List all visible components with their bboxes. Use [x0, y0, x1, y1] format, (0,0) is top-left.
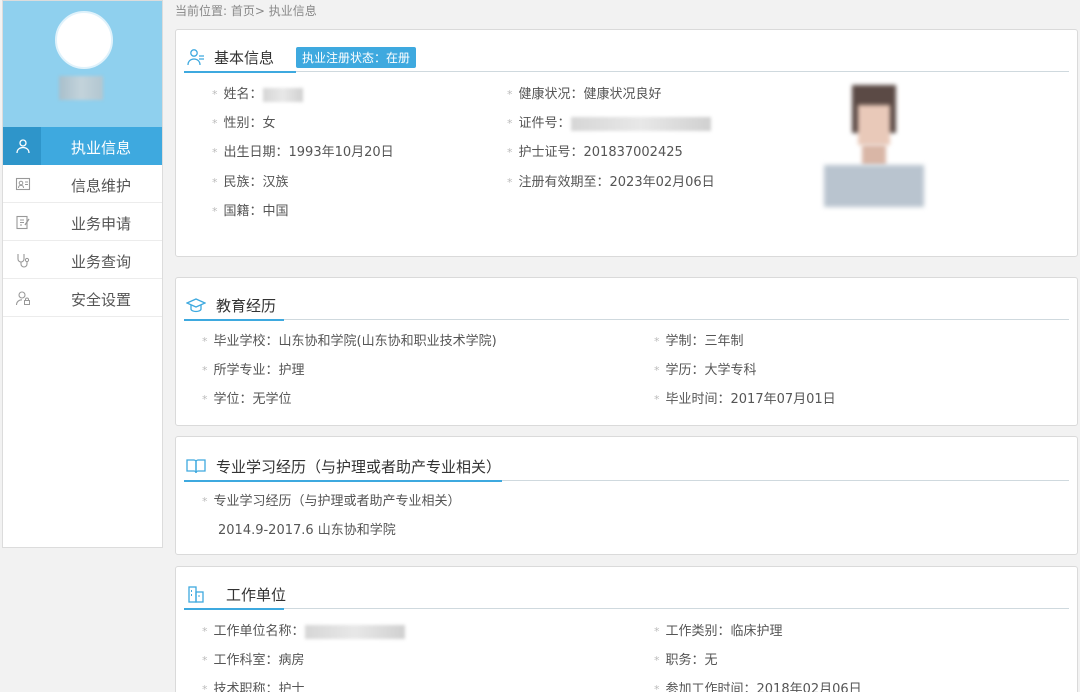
field-work-category: * 工作类别：临床护理 — [654, 624, 783, 639]
sidebar-item-label: 安全设置 — [71, 291, 132, 309]
sidebar: 执业信息 信息维护 业务申请 业务查询 安全设置 — [2, 0, 163, 548]
professional-study-panel: 专业学习经历（与护理或者助产专业相关） * 专业学习经历（与护理或者助产专业相关）… — [175, 436, 1078, 555]
profile-photo-redacted — [824, 85, 924, 210]
section-title: 教育经历 — [216, 297, 277, 315]
field-gender: * 性别：女 — [212, 116, 276, 131]
field-school: * 毕业学校：山东协和学院(山东协和职业技术学院) — [202, 334, 497, 349]
sidebar-item-label: 业务查询 — [71, 253, 132, 271]
field-major: * 所学专业：护理 — [202, 363, 305, 378]
sidebar-item-practice-info[interactable]: 执业信息 — [3, 127, 162, 165]
profile-card — [3, 1, 162, 127]
id-card-icon — [15, 177, 31, 191]
field-health: * 健康状况：健康状况良好 — [507, 87, 662, 102]
sidebar-item-label: 执业信息 — [71, 139, 132, 157]
user-icon — [16, 139, 30, 154]
header-underline — [184, 71, 296, 73]
sidebar-item-info-maintain[interactable]: 信息维护 — [3, 165, 162, 203]
header-underline — [184, 608, 284, 610]
user-card-icon — [187, 49, 204, 66]
stethoscope-icon — [17, 254, 30, 268]
redacted-value — [570, 116, 711, 131]
field-nationality: * 国籍：中国 — [212, 204, 289, 219]
professional-study-header: 专业学习经历（与护理或者助产专业相关） — [184, 451, 1069, 482]
field-duration: * 学制：三年制 — [654, 334, 744, 349]
building-icon — [188, 586, 204, 603]
graduation-cap-icon — [186, 298, 206, 313]
basic-info-header: 基本信息 执业注册状态：在册 — [184, 42, 1069, 73]
field-department: * 工作科室：病房 — [202, 653, 305, 668]
field-nurse-no: * 护士证号：201837002425 — [507, 145, 683, 160]
section-title: 基本信息 — [214, 49, 275, 67]
field-professional-value: 2014.9-2017.6 山东协和学院 — [218, 523, 396, 538]
header-underline — [184, 319, 284, 321]
avatar — [55, 11, 113, 69]
field-grad-date: * 毕业时间：2017年07月01日 — [654, 392, 836, 407]
redacted-value — [304, 624, 405, 639]
section-title: 工作单位 — [226, 586, 287, 604]
sidebar-item-label: 业务申请 — [71, 215, 132, 233]
field-tech-title: * 技术职称：护士 — [202, 682, 305, 692]
sidebar-item-security[interactable]: 安全设置 — [3, 279, 162, 317]
field-id-number: * 证件号： — [507, 112, 711, 131]
book-icon — [186, 459, 206, 474]
field-level: * 学历：大学专科 — [654, 363, 757, 378]
edit-icon — [16, 215, 30, 230]
user-lock-icon — [15, 291, 30, 306]
user-name-redacted — [59, 76, 103, 100]
sidebar-item-business-apply[interactable]: 业务申请 — [3, 203, 162, 241]
field-birth: * 出生日期：1993年10月20日 — [212, 145, 394, 160]
field-name: * 姓名： — [212, 83, 303, 102]
work-unit-header: 工作单位 — [184, 579, 1069, 610]
sidebar-item-label: 信息维护 — [71, 177, 132, 195]
field-professional-label: * 专业学习经历（与护理或者助产专业相关） — [202, 494, 461, 509]
section-title: 专业学习经历（与护理或者助产专业相关） — [216, 458, 502, 476]
header-underline — [184, 480, 502, 482]
work-unit-panel: 工作单位 * 工作单位名称： * 工作科室：病房 * 技术职称：护士 * 工作类别：临床… — [175, 566, 1078, 692]
redacted-value — [262, 87, 303, 102]
field-position: * 职务：无 — [654, 653, 718, 668]
status-badge: 执业注册状态：在册 — [296, 47, 417, 68]
education-header: 教育经历 — [184, 290, 1069, 321]
sidebar-item-business-query[interactable]: 业务查询 — [3, 241, 162, 279]
field-valid-until: * 注册有效期至：2023年02月06日 — [507, 175, 715, 190]
basic-info-panel: 基本信息 执业注册状态：在册 * 姓名： * 性别：女 * 出生日期：1993年10月… — [175, 29, 1078, 257]
field-unit-name: * 工作单位名称： — [202, 620, 405, 639]
field-ethnicity: * 民族：汉族 — [212, 175, 289, 190]
field-degree: * 学位：无学位 — [202, 392, 292, 407]
field-start-date: * 参加工作时间：2018年02月06日 — [654, 682, 862, 692]
education-panel: 教育经历 * 毕业学校：山东协和学院(山东协和职业技术学院) * 所学专业：护理 *… — [175, 277, 1078, 426]
breadcrumb: 当前位置: 首页> 执业信息 — [175, 4, 317, 18]
